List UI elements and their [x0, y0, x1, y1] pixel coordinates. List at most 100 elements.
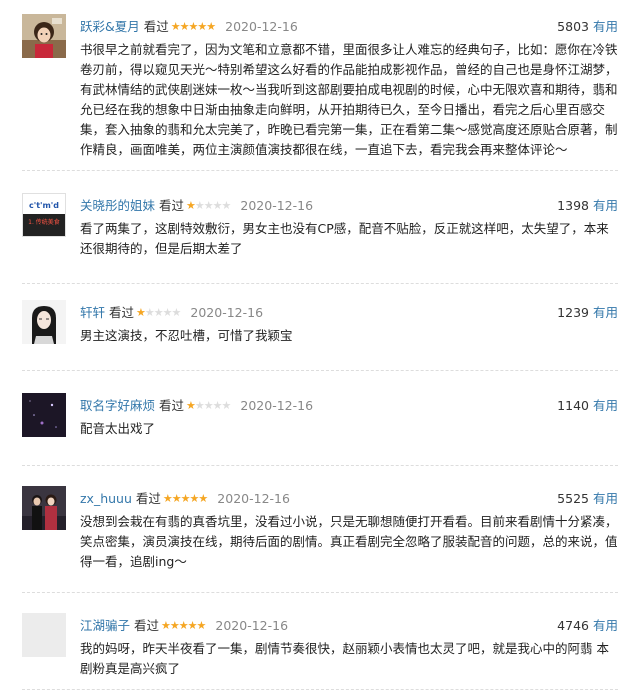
useful-button[interactable]: 有用 [593, 491, 618, 506]
review-date: 2020-12-16 [225, 19, 298, 34]
user-avatar[interactable] [22, 14, 66, 58]
divider [22, 170, 618, 171]
vote-count: 1140 [557, 398, 589, 413]
review-item: 跃彩&夏月 看过 ★★★★★ 2020-12-16 5803 有用 书很早之前就看完了，… [0, 0, 640, 171]
long-hair-avatar-icon [22, 300, 66, 344]
watched-status: 看过 [135, 491, 161, 506]
review-date: 2020-12-16 [190, 305, 264, 320]
divider [22, 689, 618, 690]
couple-photo-avatar-icon [22, 486, 66, 530]
review-meta: 取名字好麻烦 看过 ★★★★★ 2020-12-16 [80, 396, 313, 416]
star-filled-icon: ★ [162, 492, 173, 505]
vote-count: 5803 [557, 19, 589, 34]
star-empty-icon: ★ [221, 199, 232, 212]
dark-night-avatar-icon [22, 393, 66, 437]
vote-area: 5803 有用 [557, 17, 618, 37]
watched-status: 看过 [159, 398, 185, 413]
star-filled-icon: ★ [186, 399, 196, 412]
review-meta: 江湖骗子 看过 ★★★★★ 2020-12-16 [80, 616, 288, 636]
user-avatar[interactable] [22, 393, 66, 437]
star-filled-icon: ★ [186, 199, 196, 212]
review-content: 我的妈呀，昨天半夜看了一集，剧情节奏很快，赵丽颖小表情也太灵了吧，就是我心中的阿… [80, 641, 609, 676]
vote-area: 4746 有用 [557, 616, 618, 636]
user-avatar[interactable] [22, 300, 66, 344]
review-item: c't'm'd 1. 传统美食 关晓彤的姐妹 看过 ★★★★★ 2020-12-16 … [0, 179, 640, 289]
review-meta: 跃彩&夏月 看过 ★★★★★ 2020-12-16 [80, 17, 298, 37]
star-filled-icon: ★ [197, 20, 207, 33]
rating-stars: ★★★★★ [162, 489, 208, 509]
star-empty-icon: ★ [221, 399, 232, 412]
star-filled-icon: ★ [179, 20, 190, 33]
vote-area: 1140 有用 [557, 396, 618, 416]
rating-stars: ★★★★★ [161, 616, 207, 636]
avatar-text-line2: 1. 传统美食 [28, 218, 60, 226]
divider [22, 592, 618, 593]
vote-count: 5525 [557, 491, 589, 506]
anime-girl-avatar-icon [22, 14, 66, 58]
review-content: 没想到会栽在有翡的真香坑里，没看过小说，只是无聊想随便打开看看。目前来看剧情十分… [80, 514, 618, 569]
divider [22, 283, 618, 284]
rating-stars: ★★★★★ [186, 196, 232, 216]
watched-status: 看过 [109, 305, 135, 320]
star-filled-icon: ★ [171, 492, 182, 505]
watched-status: 看过 [159, 198, 185, 213]
rating-stars: ★★★★★ [136, 303, 182, 323]
watched-status: 看过 [143, 19, 169, 34]
username-link[interactable]: 轩轩 [80, 305, 105, 320]
star-empty-icon: ★ [203, 199, 214, 212]
star-empty-icon: ★ [212, 399, 223, 412]
user-avatar[interactable]: c't'm'd 1. 传统美食 [22, 193, 66, 237]
divider [22, 465, 618, 466]
review-meta: 轩轩 看过 ★★★★★ 2020-12-16 [80, 303, 263, 323]
star-empty-icon: ★ [203, 399, 214, 412]
review-content: 书很早之前就看完了，因为文笔和立意都不错，里面很多让人难忘的经典句子，比如：愿你… [80, 42, 618, 157]
star-empty-icon: ★ [212, 199, 223, 212]
text-avatar-icon: c't'm'd 1. 传统美食 [23, 194, 65, 236]
star-empty-icon: ★ [171, 306, 182, 319]
vote-area: 1398 有用 [557, 196, 618, 216]
divider [22, 370, 618, 371]
review-date: 2020-12-16 [217, 491, 290, 506]
star-filled-icon: ★ [170, 20, 181, 33]
review-date: 2020-12-16 [215, 618, 289, 633]
star-filled-icon: ★ [196, 619, 207, 632]
useful-button[interactable]: 有用 [593, 19, 618, 34]
review-meta: 关晓彤的姐妹 看过 ★★★★★ 2020-12-16 [80, 196, 313, 216]
useful-button[interactable]: 有用 [593, 618, 618, 633]
vote-area: 1239 有用 [557, 303, 618, 323]
user-avatar[interactable] [22, 486, 66, 530]
rating-stars: ★★★★★ [170, 17, 216, 37]
star-filled-icon: ★ [161, 619, 171, 632]
review-item: zx_huuu 看过 ★★★★★ 2020-12-16 5525 有用 没想到会栽在有翡… [0, 472, 640, 598]
star-filled-icon: ★ [169, 619, 180, 632]
username-link[interactable]: 关晓彤的姐妹 [80, 198, 155, 213]
useful-button[interactable]: 有用 [593, 398, 618, 413]
review-item: 江湖骗子 看过 ★★★★★ 2020-12-16 4746 有用 我的妈呀，昨天半夜看了… [0, 599, 640, 696]
username-link[interactable]: 取名字好麻烦 [80, 398, 155, 413]
username-link[interactable]: 江湖骗子 [80, 618, 130, 633]
star-filled-icon: ★ [178, 619, 189, 632]
star-filled-icon: ★ [206, 20, 216, 33]
useful-button[interactable]: 有用 [593, 305, 618, 320]
star-empty-icon: ★ [144, 306, 155, 319]
review-item: 取名字好麻烦 看过 ★★★★★ 2020-12-16 1140 有用 配音太出戏了 [0, 379, 640, 469]
star-filled-icon: ★ [180, 492, 191, 505]
watched-status: 看过 [134, 618, 160, 633]
star-filled-icon: ★ [198, 492, 208, 505]
star-empty-icon: ★ [162, 306, 173, 319]
star-empty-icon: ★ [153, 306, 164, 319]
review-content: 配音太出戏了 [80, 421, 156, 436]
username-link[interactable]: 跃彩&夏月 [80, 19, 140, 34]
rating-stars: ★★★★★ [186, 396, 232, 416]
username-link[interactable]: zx_huuu [80, 491, 132, 506]
user-avatar[interactable] [22, 613, 66, 657]
star-filled-icon: ★ [187, 619, 198, 632]
star-empty-icon: ★ [194, 399, 205, 412]
review-date: 2020-12-16 [240, 398, 314, 413]
avatar-text-line1: c't'm'd [29, 201, 59, 210]
useful-button[interactable]: 有用 [593, 198, 618, 213]
star-empty-icon: ★ [194, 199, 205, 212]
star-filled-icon: ★ [136, 306, 146, 319]
review-content: 男主这演技，不忍吐槽，可惜了我颖宝 [80, 328, 293, 343]
vote-count: 1398 [557, 198, 589, 213]
